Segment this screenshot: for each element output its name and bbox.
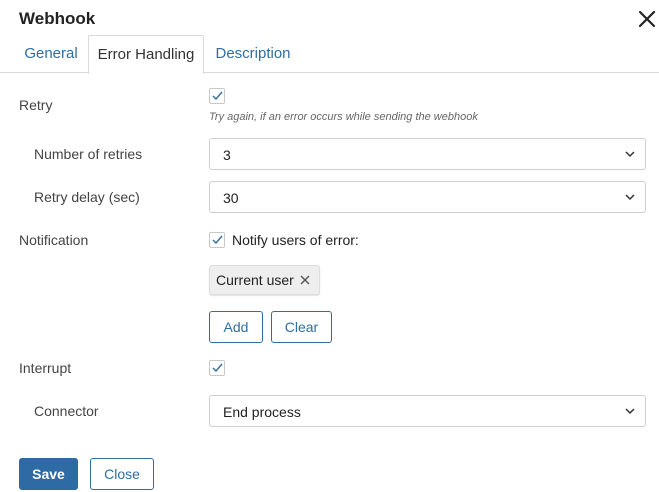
remove-user-icon[interactable] (300, 275, 310, 285)
notify-users-checkbox[interactable] (209, 232, 225, 248)
interrupt-label: Interrupt (19, 360, 72, 376)
tab-error-handling[interactable]: Error Handling (88, 35, 204, 74)
retry-delay-label: Retry delay (sec) (34, 189, 140, 205)
tab-general[interactable]: General (15, 35, 87, 73)
retry-delay-select[interactable]: 30 (209, 181, 646, 213)
clear-users-button[interactable]: Clear (271, 311, 332, 343)
number-of-retries-label: Number of retries (34, 146, 143, 162)
notification-label: Notification (19, 232, 89, 248)
retry-label: Retry (19, 97, 53, 113)
retry-checkbox[interactable] (209, 88, 225, 104)
close-button[interactable]: Close (90, 458, 154, 490)
checkmark-icon (212, 363, 223, 373)
interrupt-checkbox[interactable] (209, 360, 225, 376)
connector-label: Connector (34, 403, 99, 419)
chevron-down-icon (625, 194, 635, 201)
add-user-button[interactable]: Add (209, 311, 263, 343)
connector-select[interactable]: End process (209, 395, 646, 427)
close-icon[interactable] (636, 8, 658, 30)
number-of-retries-select[interactable]: 3 (209, 138, 646, 170)
chevron-down-icon (625, 408, 635, 415)
notify-users-label: Notify users of error: (232, 232, 359, 248)
checkmark-icon (212, 235, 223, 245)
number-of-retries-value: 3 (223, 147, 231, 163)
tab-bar: General Error Handling Description (0, 35, 659, 74)
save-button[interactable]: Save (19, 458, 78, 490)
tab-description[interactable]: Description (205, 35, 301, 73)
user-chip: Current user (209, 265, 320, 295)
checkmark-icon (212, 91, 223, 101)
user-chip-label: Current user (216, 272, 294, 288)
chevron-down-icon (625, 151, 635, 158)
retry-hint: Try again, if an error occurs while send… (209, 111, 478, 123)
dialog-title: Webhook (19, 9, 96, 28)
connector-value: End process (223, 404, 301, 420)
retry-delay-value: 30 (223, 190, 239, 206)
